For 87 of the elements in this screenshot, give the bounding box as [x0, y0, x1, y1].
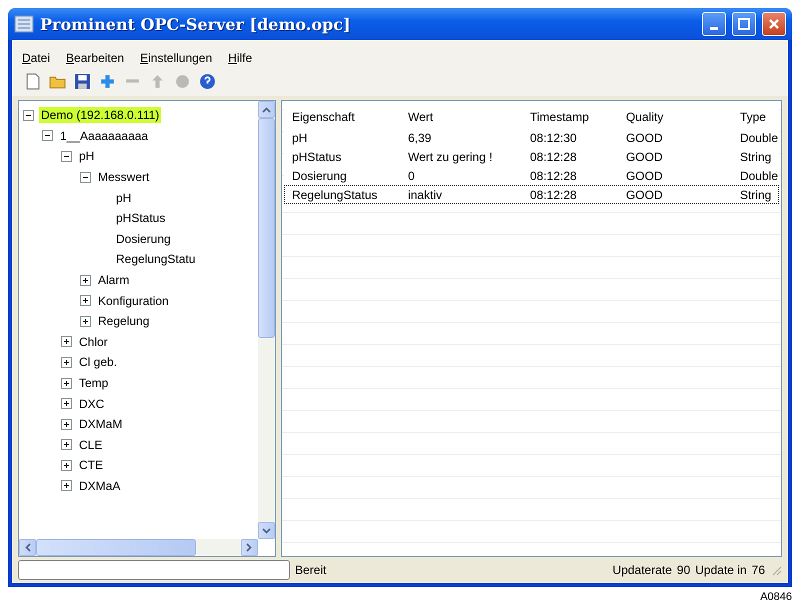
table-cell-text: 6,39 [408, 130, 432, 144]
tree-item[interactable]: CTE [77, 457, 105, 474]
status-value: 90 [676, 563, 690, 577]
table-cell-text: String [740, 188, 772, 202]
table-cell: Double [740, 168, 778, 182]
table-cell: Double [740, 130, 778, 144]
tree-item[interactable]: RegelungStatu [114, 251, 198, 268]
plus-icon[interactable] [99, 73, 116, 90]
tree-item[interactable]: CLE [77, 436, 104, 453]
column-header[interactable]: Type [740, 110, 778, 128]
resize-grip-icon[interactable] [770, 564, 782, 576]
figure-label: A0846 [760, 590, 792, 603]
maximize-button[interactable] [732, 12, 756, 36]
table-cell-text: GOOD [626, 188, 664, 202]
tree-item[interactable]: Konfiguration [96, 292, 171, 309]
status-value: 76 [752, 563, 765, 577]
chevron-up-icon[interactable] [262, 106, 271, 112]
table-cell-text: String [740, 150, 772, 164]
tree-item[interactable]: Temp [77, 375, 110, 392]
status-label: Update in [695, 563, 747, 577]
expand-icon[interactable] [61, 378, 72, 389]
close-button[interactable] [762, 12, 786, 36]
expand-icon[interactable] [61, 336, 72, 348]
expand-icon[interactable] [61, 418, 72, 430]
table-cell-text: GOOD [626, 150, 664, 164]
document-icon[interactable] [24, 73, 41, 90]
close-icon [768, 18, 780, 30]
tree-item[interactable]: Chlor [77, 334, 110, 350]
chevron-down-icon[interactable] [262, 528, 271, 534]
table-cell-text: GOOD [626, 168, 664, 182]
column-header[interactable]: Wert [408, 110, 530, 128]
tree-item[interactable]: Messwert [96, 169, 152, 186]
expand-icon[interactable] [61, 439, 72, 450]
tree-item[interactable]: DXC [77, 396, 106, 412]
expand-icon[interactable] [80, 316, 91, 327]
table-cell-text: 08:12:28 [530, 168, 578, 182]
table-cell-text: RegelungStatus [292, 188, 378, 202]
status-message: Bereit [295, 563, 326, 577]
table-cell-text: GOOD [626, 130, 664, 144]
tree-item[interactable]: Demo (192.168.0.111) [39, 107, 162, 124]
menu-item[interactable]: Hilfe [228, 51, 252, 65]
table-cell-text: pHStatus [292, 150, 342, 164]
column-header[interactable]: Quality [626, 110, 740, 128]
tree-item[interactable]: DXMaA [77, 478, 122, 494]
expand-icon[interactable] [80, 274, 91, 286]
menu-item[interactable]: Datei [22, 51, 50, 65]
tree-item[interactable]: pH [77, 148, 96, 164]
expand-icon[interactable] [61, 460, 72, 471]
expand-icon[interactable] [61, 356, 72, 368]
collapse-icon[interactable] [42, 130, 53, 142]
collapse-icon[interactable] [23, 110, 34, 121]
table-cell-text: 0 [408, 168, 416, 182]
help-icon[interactable] [199, 73, 216, 90]
table-cell-text: pH [292, 130, 308, 144]
tree-item[interactable]: Dosierung [114, 230, 173, 247]
window-title: Prominent OPC-Server [demo.opc] [40, 14, 352, 34]
tree-item[interactable]: Alarm [96, 272, 132, 288]
table-cell-text: inaktiv [408, 188, 443, 202]
table-cell-text: Dosierung [292, 168, 348, 182]
table-cell-text: Wert zu gering ! [408, 150, 494, 164]
expand-icon[interactable] [80, 295, 91, 306]
table-cell-text: 08:12:28 [530, 150, 578, 164]
status-label: Updaterate [612, 563, 672, 577]
column-header[interactable]: Eigenschaft [292, 110, 408, 128]
collapse-icon[interactable] [61, 150, 72, 162]
table-cell-text: 08:12:30 [530, 130, 578, 144]
table-cell-text: 08:12:28 [530, 188, 578, 202]
tree-item[interactable]: DXMaM [77, 416, 124, 432]
column-header[interactable]: Timestamp [530, 110, 626, 128]
app-icon [14, 15, 34, 33]
menu-item[interactable]: Einstellungen [140, 51, 212, 65]
tree-item[interactable]: pH [114, 190, 134, 206]
expand-icon[interactable] [61, 398, 72, 410]
minimize-button[interactable] [702, 12, 726, 36]
expand-icon[interactable] [61, 480, 72, 492]
tree-item[interactable]: 1__Aaaaaaaaaa [58, 128, 150, 144]
tree-item[interactable]: pHStatus [114, 210, 168, 226]
tree-item[interactable]: Regelung [96, 313, 152, 330]
minimize-icon [710, 26, 718, 30]
tree-item[interactable]: Cl geb. [77, 354, 120, 370]
maximize-icon [738, 18, 750, 30]
horizontal-scrollbar[interactable] [19, 539, 258, 556]
chevron-right-icon[interactable] [246, 543, 252, 552]
chevron-left-icon[interactable] [24, 543, 30, 552]
menu-item[interactable]: Bearbeiten [66, 51, 124, 65]
collapse-icon[interactable] [80, 172, 91, 183]
vertical-scrollbar[interactable] [258, 101, 275, 539]
